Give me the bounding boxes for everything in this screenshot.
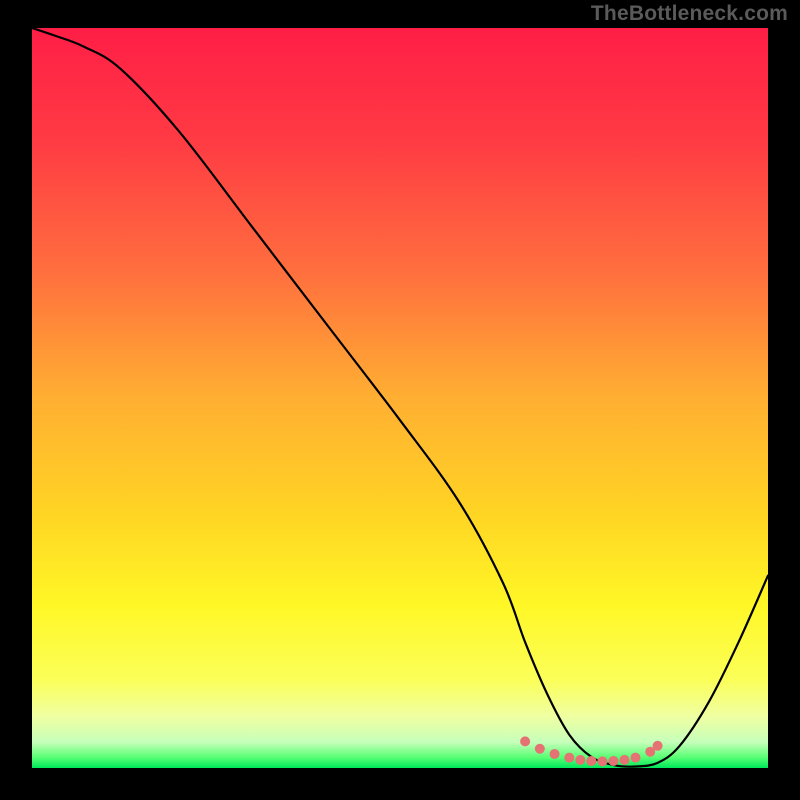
optimal-marker: [564, 753, 574, 763]
optimal-marker: [631, 753, 641, 763]
optimal-marker: [586, 756, 596, 766]
bottleneck-chart: TheBottleneck.com: [0, 0, 800, 800]
watermark-text: TheBottleneck.com: [591, 2, 788, 26]
chart-svg: [0, 0, 800, 800]
optimal-marker: [575, 755, 585, 765]
plot-background: [32, 28, 768, 768]
optimal-marker: [550, 749, 560, 759]
optimal-marker: [520, 736, 530, 746]
optimal-marker: [597, 756, 607, 766]
optimal-marker: [653, 741, 663, 751]
optimal-marker: [535, 744, 545, 754]
optimal-marker: [619, 755, 629, 765]
optimal-marker: [608, 756, 618, 766]
